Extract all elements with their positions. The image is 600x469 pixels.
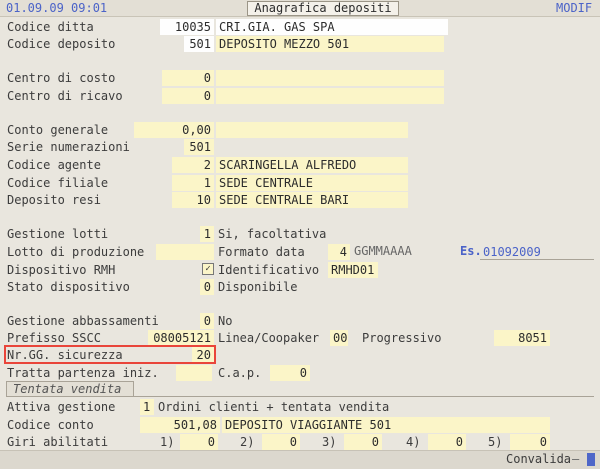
prefisso-sscc-label: Prefisso SSCC bbox=[7, 331, 101, 345]
lotto-produzione-input[interactable] bbox=[156, 244, 214, 260]
centro-ricavo-label: Centro di ricavo bbox=[7, 89, 123, 103]
progressivo-label: Progressivo bbox=[362, 331, 442, 345]
dispositivo-rmh-label: Dispositivo RMH bbox=[7, 263, 116, 277]
codice-ditta-desc: CRI.GIA. GAS SPA bbox=[216, 19, 448, 35]
giro-5-input[interactable]: 0 bbox=[510, 434, 550, 450]
scroll-indicator[interactable] bbox=[587, 453, 595, 466]
gestione-lotti-desc: Si, facoltativa bbox=[218, 227, 327, 241]
tratta-partenza-input[interactable] bbox=[176, 365, 212, 381]
cap-label: C.a.p. bbox=[218, 366, 262, 380]
codice-ditta-input[interactable]: 10035 bbox=[160, 19, 214, 35]
status-separator: — bbox=[572, 452, 580, 466]
codice-deposito-label: Codice deposito bbox=[7, 37, 116, 51]
codice-agente-input[interactable]: 2 bbox=[172, 157, 214, 173]
codice-ditta-label: Codice ditta bbox=[7, 20, 94, 34]
gestione-lotti-input[interactable]: 1 bbox=[200, 226, 214, 242]
stato-dispositivo-desc: Disponibile bbox=[218, 280, 298, 294]
stato-dispositivo-input[interactable]: 0 bbox=[200, 279, 214, 295]
conto-generale-desc bbox=[216, 122, 408, 138]
serie-numerazioni-input[interactable]: 501 bbox=[184, 139, 214, 155]
section-tentata-vendita: Tentata vendita bbox=[6, 381, 134, 397]
centro-costo-desc bbox=[216, 70, 444, 86]
conto-generale-label: Conto generale bbox=[7, 123, 109, 137]
giro-1-label: 1) bbox=[160, 435, 175, 449]
gestione-abbassamenti-desc: No bbox=[218, 314, 233, 328]
codice-agente-desc: SCARINGELLA ALFREDO bbox=[216, 157, 408, 173]
codice-filiale-label: Codice filiale bbox=[7, 176, 109, 190]
gestione-abbassamenti-label: Gestione abbassamenti bbox=[7, 314, 159, 328]
attiva-gestione-desc: Ordini clienti + tentata vendita bbox=[158, 400, 390, 414]
linea-coopaker-input[interactable]: 00 bbox=[330, 330, 348, 346]
codice-deposito-input[interactable]: 501 bbox=[184, 36, 214, 52]
serie-numerazioni-label: Serie numerazioni bbox=[7, 140, 130, 154]
giro-1-input[interactable]: 0 bbox=[180, 434, 218, 450]
giro-2-label: 2) bbox=[240, 435, 255, 449]
deposito-resi-input[interactable]: 10 bbox=[172, 192, 214, 208]
attiva-gestione-label: Attiva gestione bbox=[7, 400, 116, 414]
example-date: 01092009 bbox=[480, 244, 594, 260]
deposito-resi-label: Deposito resi bbox=[7, 193, 101, 207]
gestione-abbassamenti-input[interactable]: 0 bbox=[200, 313, 214, 329]
date-time: 01.09.09 09:01 bbox=[6, 1, 108, 15]
progressivo-input[interactable]: 8051 bbox=[494, 330, 550, 346]
gestione-lotti-label: Gestione lotti bbox=[7, 227, 109, 241]
giro-3-label: 3) bbox=[322, 435, 337, 449]
mode-indicator: MODIF bbox=[556, 1, 593, 15]
centro-costo-input[interactable]: 0 bbox=[162, 70, 214, 86]
identificativo-input[interactable]: RMHD01 bbox=[328, 262, 378, 278]
cap-input[interactable]: 0 bbox=[270, 365, 310, 381]
stato-dispositivo-label: Stato dispositivo bbox=[7, 280, 130, 294]
highlight-box bbox=[4, 345, 216, 364]
giro-4-input[interactable]: 0 bbox=[428, 434, 466, 450]
codice-deposito-desc: DEPOSITO MEZZO 501 bbox=[216, 36, 444, 52]
giro-2-input[interactable]: 0 bbox=[262, 434, 300, 450]
codice-conto-input[interactable]: 501,08 bbox=[140, 417, 220, 433]
prefisso-sscc-input[interactable]: 08005121 bbox=[148, 330, 214, 346]
codice-agente-label: Codice agente bbox=[7, 158, 101, 172]
formato-data-desc: GGMMAAAA bbox=[354, 244, 412, 258]
status-text: Convalida bbox=[506, 452, 572, 466]
giro-5-label: 5) bbox=[488, 435, 503, 449]
centro-ricavo-desc bbox=[216, 88, 444, 104]
centro-ricavo-input[interactable]: 0 bbox=[162, 88, 214, 104]
formato-data-label: Formato data bbox=[218, 245, 305, 259]
conto-generale-input[interactable]: 0,00 bbox=[134, 122, 214, 138]
centro-costo-label: Centro di costo bbox=[7, 71, 116, 85]
codice-filiale-desc: SEDE CENTRALE bbox=[216, 175, 408, 191]
example-label: Es. bbox=[460, 244, 482, 258]
section-divider bbox=[134, 396, 594, 397]
giro-3-input[interactable]: 0 bbox=[344, 434, 382, 450]
codice-conto-label: Codice conto bbox=[7, 418, 94, 432]
attiva-gestione-input[interactable]: 1 bbox=[140, 399, 154, 415]
screen-title: Anagrafica depositi bbox=[247, 1, 399, 16]
linea-coopaker-label: Linea/Coopaker bbox=[218, 331, 320, 345]
lotto-produzione-label: Lotto di produzione bbox=[7, 245, 145, 259]
codice-conto-desc: DEPOSITO VIAGGIANTE 501 bbox=[222, 417, 550, 433]
formato-data-input[interactable]: 4 bbox=[328, 244, 350, 260]
tratta-partenza-label: Tratta partenza iniz. bbox=[7, 366, 159, 380]
codice-filiale-input[interactable]: 1 bbox=[172, 175, 214, 191]
identificativo-label: Identificativo bbox=[218, 263, 320, 277]
giri-abilitati-label: Giri abilitati bbox=[7, 435, 109, 449]
dispositivo-rmh-checkbox[interactable]: ✓ bbox=[202, 263, 214, 275]
giro-4-label: 4) bbox=[406, 435, 421, 449]
deposito-resi-desc: SEDE CENTRALE BARI bbox=[216, 192, 408, 208]
